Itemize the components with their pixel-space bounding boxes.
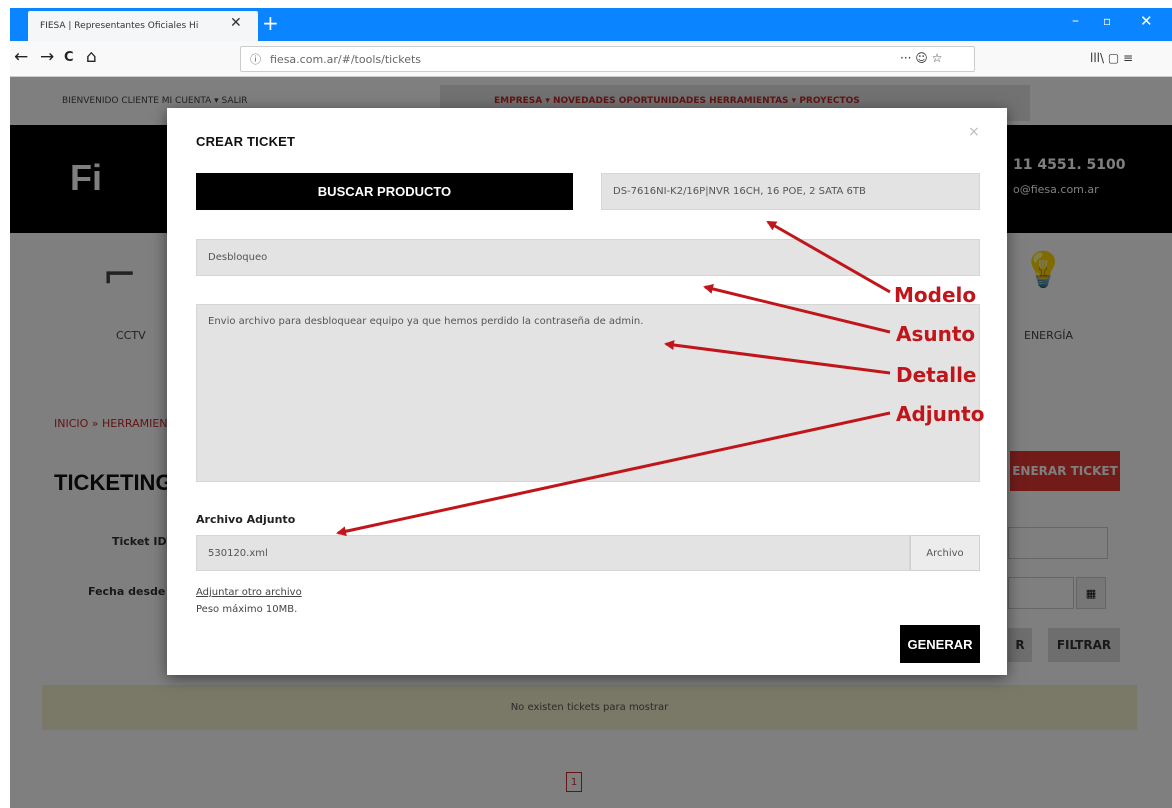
browse-file-button[interactable]: Archivo <box>910 535 980 571</box>
detail-textarea[interactable]: Envio archivo para desbloquear equipo ya… <box>196 304 980 482</box>
tab-title: FIESA | Representantes Oficiales Hi <box>40 21 199 31</box>
attachment-label: Archivo Adjunto <box>196 513 296 526</box>
home-icon[interactable]: ⌂ <box>86 47 97 67</box>
annotation-modelo: Modelo <box>894 283 977 307</box>
search-product-button[interactable]: BUSCAR PRODUCTO <box>196 173 573 210</box>
url-text: fiesa.com.ar/#/tools/tickets <box>270 53 422 66</box>
model-field[interactable]: DS-7616NI-K2/16P|NVR 16CH, 16 POE, 2 SAT… <box>601 173 980 210</box>
close-icon[interactable]: × <box>968 124 980 140</box>
info-icon[interactable]: ⓘ <box>250 51 261 67</box>
minimize-icon[interactable]: – <box>1072 13 1079 29</box>
subject-field[interactable]: Desbloqueo <box>196 239 980 276</box>
page-actions-icons[interactable]: ··· ☺ ☆ <box>900 51 942 65</box>
modal-title: CREAR TICKET <box>196 134 296 149</box>
attachment-field[interactable]: 530120.xml <box>196 535 910 571</box>
window-close-icon[interactable]: ✕ <box>1140 12 1153 30</box>
new-tab-icon[interactable]: + <box>262 11 279 35</box>
annotation-detalle: Detalle <box>896 363 977 387</box>
add-attachment-link[interactable]: Adjuntar otro archivo <box>196 587 302 598</box>
annotation-adjunto: Adjunto <box>896 402 985 426</box>
annotation-asunto: Asunto <box>896 322 976 346</box>
generate-button[interactable]: GENERAR <box>900 625 980 663</box>
reload-icon[interactable]: C <box>64 50 74 65</box>
max-size-note: Peso máximo 10MB. <box>196 604 298 615</box>
back-icon[interactable]: ← <box>14 47 28 67</box>
toolbar-icons[interactable]: lll\ ▢ ≡ <box>1090 51 1133 65</box>
forward-icon[interactable]: → <box>40 47 54 67</box>
tab-close-icon[interactable]: ✕ <box>230 15 242 31</box>
maximize-icon[interactable]: ▫ <box>1103 14 1111 28</box>
